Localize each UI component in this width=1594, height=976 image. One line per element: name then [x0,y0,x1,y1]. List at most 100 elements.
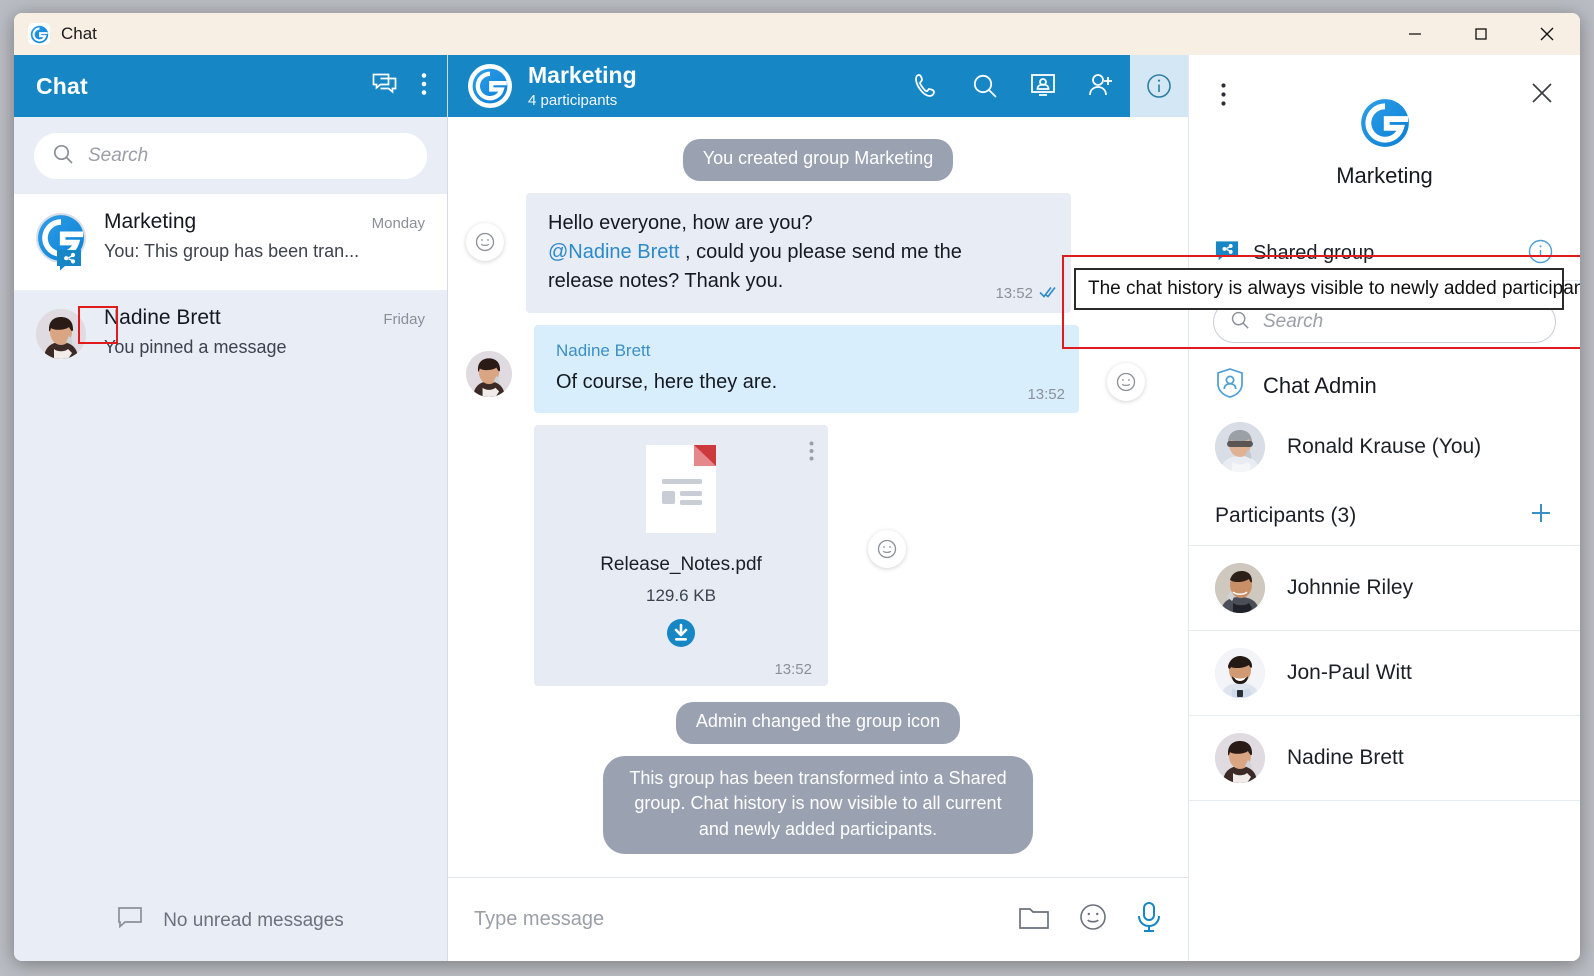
info-circle-icon[interactable] [1527,238,1554,270]
plus-icon[interactable] [1528,500,1554,531]
app-logo-icon [28,23,50,45]
microphone-icon[interactable] [1136,901,1162,938]
message-bubble: Nadine Brett Of course, here they are. 1… [534,324,1079,414]
emoji-reaction-icon[interactable] [466,222,504,261]
chat-item-time: Friday [383,311,425,328]
tooltip-text: The chat history is always visible to ne… [1088,278,1580,299]
pdf-file-icon: PDF [640,443,722,540]
sidebar-header: Chat [14,55,447,117]
add-participant-icon[interactable] [1072,55,1130,117]
message-timestamp: 13:52 [995,285,1057,303]
window-titlebar: Chat [14,13,1580,55]
sidebar-title: Chat [36,72,88,99]
participants-search-placeholder: Search [1263,311,1324,332]
info-icon[interactable] [1130,55,1188,117]
shared-group-badge-icon [56,249,82,273]
minimize-icon[interactable] [1382,13,1448,55]
system-message: Admin changed the group icon [448,702,1188,744]
sidebar-search-wrap: Search [14,117,447,194]
chat-item-preview: You: This group has been tran... [104,241,360,261]
participant-row[interactable]: Nadine Brett [1189,716,1580,801]
owner-row[interactable]: Ronald Krause (You) [1189,410,1580,484]
message-timestamp: 13:52 [1027,386,1065,404]
chat-item-preview: You pinned a message [104,337,287,357]
chat-panel: Marketing 4 participants You created gro… [448,55,1188,961]
participants-header: Participants (3) [1189,484,1580,546]
app-window: Chat Chat Search Marketing Monday You: T… [14,13,1580,961]
participants-list: Johnnie Riley Jon-Paul Witt Nadine Brett [1189,546,1580,801]
shared-badge-annotation-box [78,306,118,344]
chat-admin-label: Chat Admin [1263,372,1377,398]
message-timestamp: 13:52 [774,661,812,679]
message-line-1: Hello everyone, how are you? [548,211,813,234]
chat-item-time: Monday [371,215,425,232]
message-bubble-icon [117,906,143,936]
kebab-menu-icon[interactable] [421,72,427,101]
chat-title: Marketing [528,62,637,89]
message-list: You created group Marketing Hello everyo… [448,117,1188,877]
chat-list: Marketing Monday You: This group has bee… [14,194,447,881]
group-info-panel: Marketing Shared group Search Chat Admin… [1188,55,1580,961]
search-input[interactable]: Search [34,133,427,179]
avatar [1215,733,1265,783]
search-icon[interactable] [956,55,1014,117]
new-chat-icon[interactable] [371,71,399,102]
emoji-reaction-icon[interactable] [1107,362,1145,401]
kebab-menu-icon[interactable] [809,441,814,466]
search-icon [1230,310,1250,335]
avatar [466,350,512,397]
chat-list-item-marketing[interactable]: Marketing Monday You: This group has bee… [14,194,447,290]
maximize-icon[interactable] [1448,13,1514,55]
shield-person-icon [1215,367,1245,404]
sidebar: Chat Search Marketing Monday You: This g… [14,55,448,961]
search-placeholder: Search [88,145,149,166]
close-icon[interactable] [1514,13,1580,55]
close-icon[interactable] [1530,81,1554,110]
system-message-text: This group has been transformed into a S… [603,755,1033,855]
download-icon[interactable] [666,618,696,653]
participant-row[interactable]: Johnnie Riley [1189,546,1580,631]
group-info-header: Marketing [1189,55,1580,225]
message-file-attachment: PDF Release_Notes.pdf 129.6 KB 13:52 [448,425,1188,687]
system-message-text: Admin changed the group icon [675,702,961,744]
window-controls [1382,13,1580,55]
participant-name: Jon-Paul Witt [1287,661,1412,684]
message-line-3: release notes? Thank you. [548,270,784,293]
group-logo-icon [468,64,512,108]
message-input[interactable]: Type message [474,908,604,931]
emoji-icon[interactable] [1078,902,1108,937]
avatar [1215,563,1265,613]
window-title: Chat [61,24,97,43]
message-composer: Type message [448,877,1188,961]
owner-name: Ronald Krause (You) [1287,435,1482,458]
chat-item-name: Nadine Brett [104,306,221,329]
call-icon[interactable] [898,55,956,117]
svg-text:PDF: PDF [656,448,686,465]
system-message: You created group Marketing [448,139,1188,181]
kebab-menu-icon[interactable] [1221,83,1226,112]
emoji-reaction-icon[interactable] [868,530,906,569]
participant-row[interactable]: Jon-Paul Witt [1189,631,1580,716]
message-bubble: Hello everyone, how are you? @Nadine Bre… [526,192,1071,313]
chat-admin-row[interactable]: Chat Admin [1189,353,1580,410]
attach-folder-icon[interactable] [1018,903,1050,936]
message-sender: Nadine Brett [556,340,651,360]
participant-name: Nadine Brett [1287,746,1404,769]
shared-group-badge-icon [1215,240,1239,268]
mention-link[interactable]: @Nadine Brett [548,241,679,263]
conference-icon[interactable] [1014,55,1072,117]
file-card[interactable]: PDF Release_Notes.pdf 129.6 KB 13:52 [534,425,828,687]
participant-name: Johnnie Riley [1287,576,1414,599]
avatar [36,213,86,271]
unread-status: No unread messages [14,881,447,961]
group-logo-icon [1209,97,1560,149]
system-message: This group has been transformed into a S… [448,755,1188,855]
chat-participants-count: 4 participants [528,91,618,109]
search-icon [52,143,74,170]
chat-header-actions [898,55,1188,117]
chat-header: Marketing 4 participants [448,55,1188,117]
window-body: Chat Search Marketing Monday You: This g… [14,55,1580,961]
read-check-icon [1039,285,1057,303]
group-name: Marketing [1336,163,1433,188]
tooltip: The chat history is always visible to ne… [1074,268,1580,310]
